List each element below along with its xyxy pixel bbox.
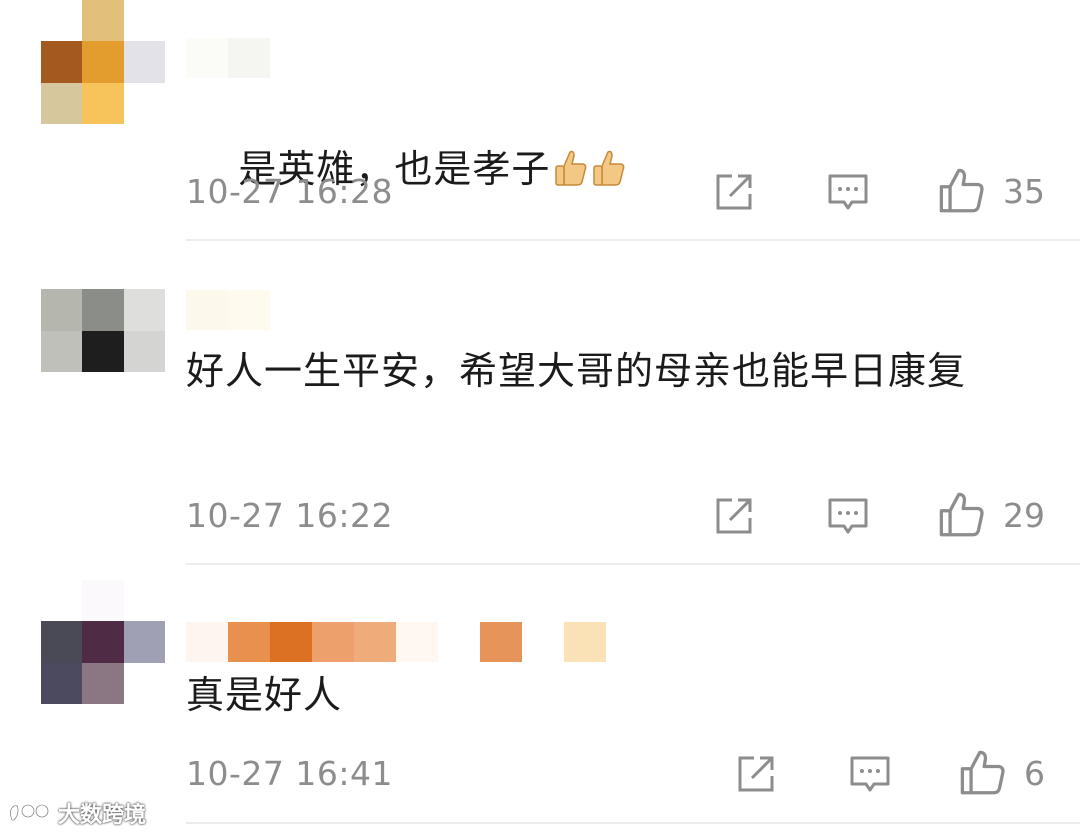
- avatar-pixel: [41, 662, 83, 704]
- divider: [186, 822, 1080, 824]
- username-blurred[interactable]: [186, 38, 270, 78]
- avatar-pixel: [82, 0, 124, 42]
- avatar[interactable]: [41, 580, 165, 704]
- avatar-pixel: [41, 0, 83, 42]
- avatar-pixel: [82, 330, 124, 372]
- comment-icon[interactable]: [848, 752, 892, 796]
- avatar-pixel: [123, 82, 165, 124]
- username-pixel: [270, 622, 312, 662]
- username-pixel: [186, 38, 228, 78]
- like-icon[interactable]: [958, 748, 1006, 796]
- avatar-pixel: [82, 41, 124, 83]
- username-pixel: [312, 622, 354, 662]
- username-blurred[interactable]: [186, 622, 606, 662]
- username-pixel: [438, 622, 480, 662]
- like-icon[interactable]: [937, 166, 985, 214]
- avatar-pixel: [82, 82, 124, 124]
- username-pixel: [564, 622, 606, 662]
- username-pixel: [396, 622, 438, 662]
- avatar-pixel: [123, 330, 165, 372]
- avatar-pixel: [123, 580, 165, 622]
- avatar-pixel: [123, 248, 165, 290]
- avatar[interactable]: [41, 248, 165, 372]
- watermark-logo-icon: [9, 803, 50, 822]
- username-blurred[interactable]: [186, 290, 270, 330]
- comment-text: 真是好人: [186, 673, 343, 717]
- avatar-pixel: [41, 330, 83, 372]
- avatar-pixel: [123, 0, 165, 42]
- avatar[interactable]: [41, 0, 165, 124]
- share-icon[interactable]: [734, 752, 778, 796]
- comment-icon[interactable]: [826, 494, 870, 538]
- comment-timestamp: 10-27 16:22: [186, 496, 393, 535]
- like-icon[interactable]: [937, 490, 985, 538]
- avatar-pixel: [82, 248, 124, 290]
- comment-text: 是英雄，也是孝子: [186, 82, 1056, 256]
- watermark: 大数跨境: [6, 796, 146, 830]
- avatar-pixel: [41, 621, 83, 663]
- like-count: 29: [1003, 496, 1045, 535]
- username-pixel: [354, 622, 396, 662]
- avatar-pixel: [82, 621, 124, 663]
- avatar-pixel: [123, 662, 165, 704]
- avatar-pixel: [82, 662, 124, 704]
- divider: [186, 239, 1080, 241]
- username-pixel: [228, 622, 270, 662]
- avatar-pixel: [41, 580, 83, 622]
- comment-timestamp: 10-27 16:28: [186, 172, 393, 211]
- avatar-pixel: [123, 41, 165, 83]
- username-pixel: [186, 622, 228, 662]
- thumbs-up-icon: [593, 150, 625, 186]
- avatar-pixel: [123, 289, 165, 331]
- username-pixel: [228, 38, 270, 78]
- username-pixel: [186, 290, 228, 330]
- share-icon[interactable]: [712, 170, 756, 214]
- thumbs-up-icon: [555, 150, 587, 186]
- avatar-pixel: [82, 289, 124, 331]
- avatar-pixel: [41, 41, 83, 83]
- watermark-text: 大数跨境: [58, 803, 147, 828]
- avatar-pixel: [41, 248, 83, 290]
- username-pixel: [480, 622, 522, 662]
- username-pixel: [228, 290, 270, 330]
- avatar-pixel: [41, 289, 83, 331]
- avatar-pixel: [123, 621, 165, 663]
- divider: [186, 563, 1080, 565]
- avatar-pixel: [82, 580, 124, 622]
- avatar-pixel: [41, 82, 83, 124]
- comment-icon[interactable]: [826, 170, 870, 214]
- share-icon[interactable]: [712, 494, 756, 538]
- comment-timestamp: 10-27 16:41: [186, 754, 393, 793]
- comment-text: 好人一生平安，希望大哥的母亲也能早日康复: [186, 349, 967, 393]
- like-count: 35: [1003, 172, 1045, 211]
- username-pixel: [522, 622, 564, 662]
- like-count: 6: [1024, 754, 1045, 793]
